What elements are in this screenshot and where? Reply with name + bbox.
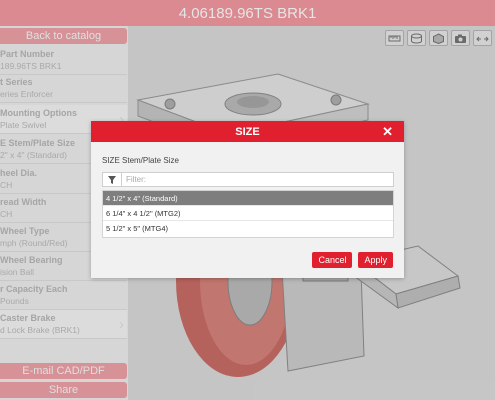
dialog-title: SIZE [235, 125, 260, 138]
size-dialog: SIZE ✕ SIZE Stem/Plate Size 4 1/2" x 4" … [91, 121, 404, 278]
option-mtg4[interactable]: 5 1/2" x 5" (MTG4) [103, 221, 393, 236]
filter-box [102, 172, 394, 187]
dialog-header: SIZE ✕ [91, 121, 404, 142]
filter-input[interactable] [126, 174, 386, 185]
option-mtg2[interactable]: 6 1/4" x 4 1/2" (MTG2) [103, 206, 393, 221]
size-options-list: 4 1/2" x 4" (Standard) 6 1/4" x 4 1/2" (… [102, 190, 394, 238]
field-label: SIZE Stem/Plate Size [102, 156, 179, 165]
apply-button[interactable]: Apply [358, 252, 393, 268]
close-icon[interactable]: ✕ [382, 124, 393, 140]
option-standard[interactable]: 4 1/2" x 4" (Standard) [103, 191, 393, 206]
filter-icon [103, 173, 122, 186]
dialog-actions: Cancel Apply [312, 252, 393, 268]
cancel-button[interactable]: Cancel [312, 252, 353, 268]
dialog-body: SIZE Stem/Plate Size 4 1/2" x 4" (Standa… [91, 142, 404, 278]
